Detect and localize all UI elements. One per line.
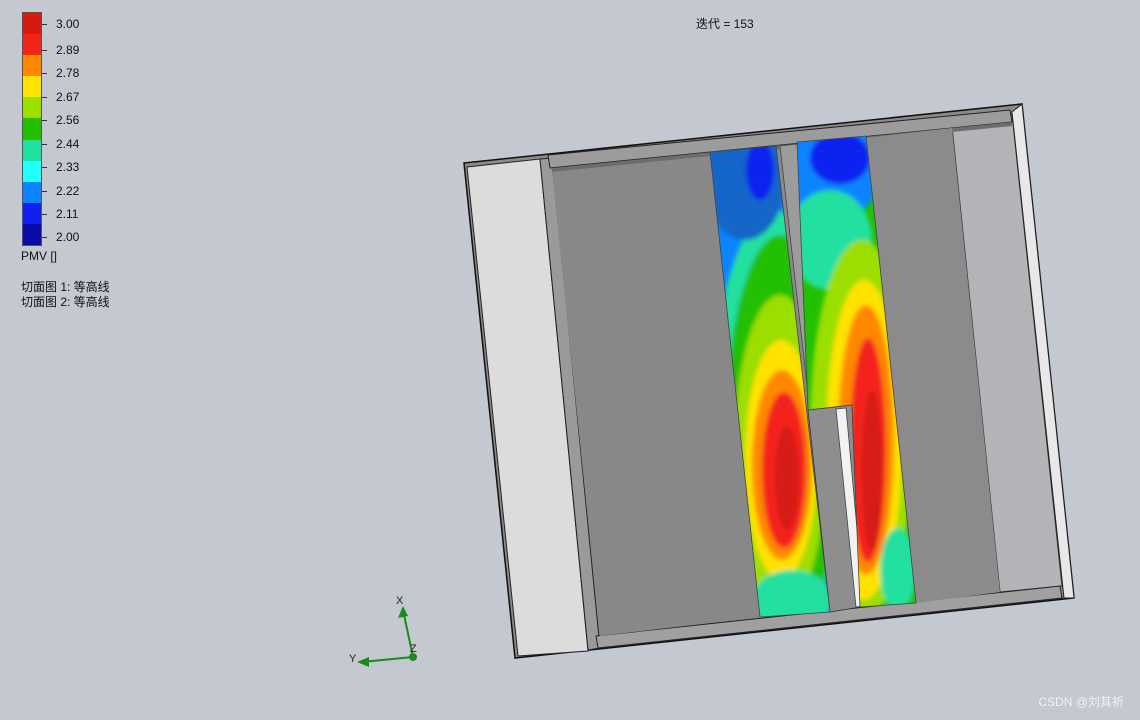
axis-y-label: Y (349, 653, 357, 665)
axis-z-label: Z (410, 643, 417, 655)
coordinate-triad: X Y Z (349, 595, 417, 667)
model-scene[interactable]: X Y Z (0, 0, 1140, 720)
watermark: CSDN @刘其祈 (1038, 695, 1124, 709)
axis-x-label: X (396, 595, 404, 607)
graphics-viewport[interactable]: 3.00 2.89 2.78 2.67 2.56 2.44 2.33 2.22 … (0, 0, 1140, 720)
